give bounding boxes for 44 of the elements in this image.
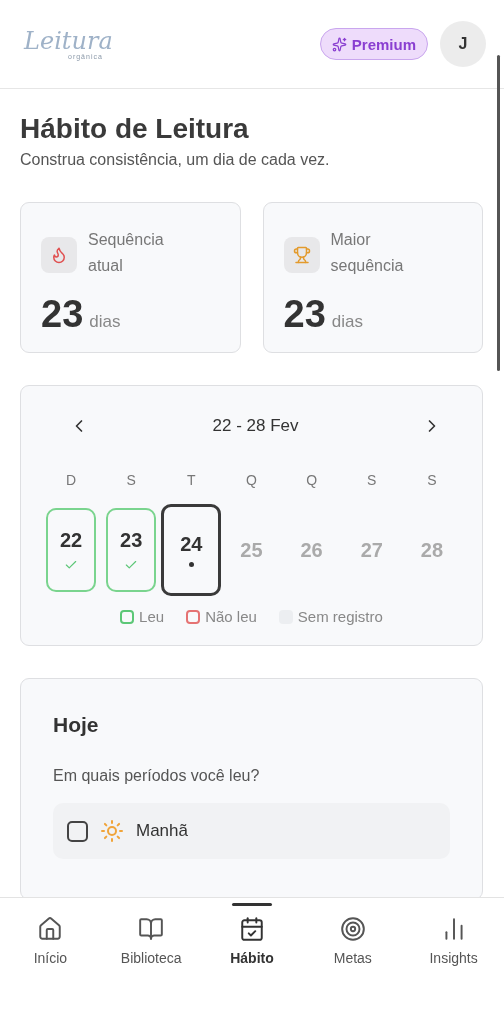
day-cell[interactable]: 24 [161,504,222,596]
avatar[interactable]: J [440,21,486,67]
trophy-icon [292,246,311,264]
day-cell[interactable]: 22 [46,508,97,592]
nav-tab[interactable]: Hábito [201,898,303,966]
legend-label: Leu [139,608,165,625]
nav-tab[interactable]: Metas [302,898,404,966]
weekday-label: Q [246,472,257,488]
stat-label: Maior sequência [330,230,405,276]
weekday-label: D [66,472,77,488]
premium-button[interactable]: Premium [319,28,428,60]
weekday-label: Q [306,472,318,488]
book-icon [138,916,165,942]
today-dot [188,562,194,567]
section-title: Hoje [53,713,100,737]
stat-value: 23 [41,293,84,336]
weekday-label: S [126,472,136,488]
period-option[interactable]: Manhã [53,803,450,859]
question-text: Em quais períodos você leu? [53,767,261,785]
nav-tab[interactable]: Insights [403,898,504,966]
active-indicator [232,903,272,906]
weekday-label: T [187,472,196,488]
sparkles-icon [331,36,347,52]
stat-label: Sequência atual [88,230,165,276]
sun-icon [100,819,124,843]
stat-unit: dias [331,312,363,332]
page-title: Hábito de Leitura [20,113,250,145]
weekday-label: S [427,472,437,488]
flame-icon [50,246,68,264]
legend-label: Sem registro [297,608,383,625]
nav-tab[interactable]: Biblioteca [100,898,202,966]
nav-tab[interactable]: Início [0,898,101,966]
period-label: Manhã [136,821,188,841]
week-range: 22 - 28 Fev [212,416,299,436]
stat-value: 23 [283,293,326,336]
home-icon [37,916,64,942]
stat-unit: dias [89,312,121,332]
target-icon [339,916,366,942]
weekday-label: S [367,472,377,488]
checkbox[interactable] [67,820,88,842]
page-subtitle: Construa consistência, um dia de cada vez. [20,151,331,169]
day-cell[interactable]: 23 [106,508,157,592]
legend-label: Não leu [205,608,257,625]
calendar-check-icon [239,916,265,942]
